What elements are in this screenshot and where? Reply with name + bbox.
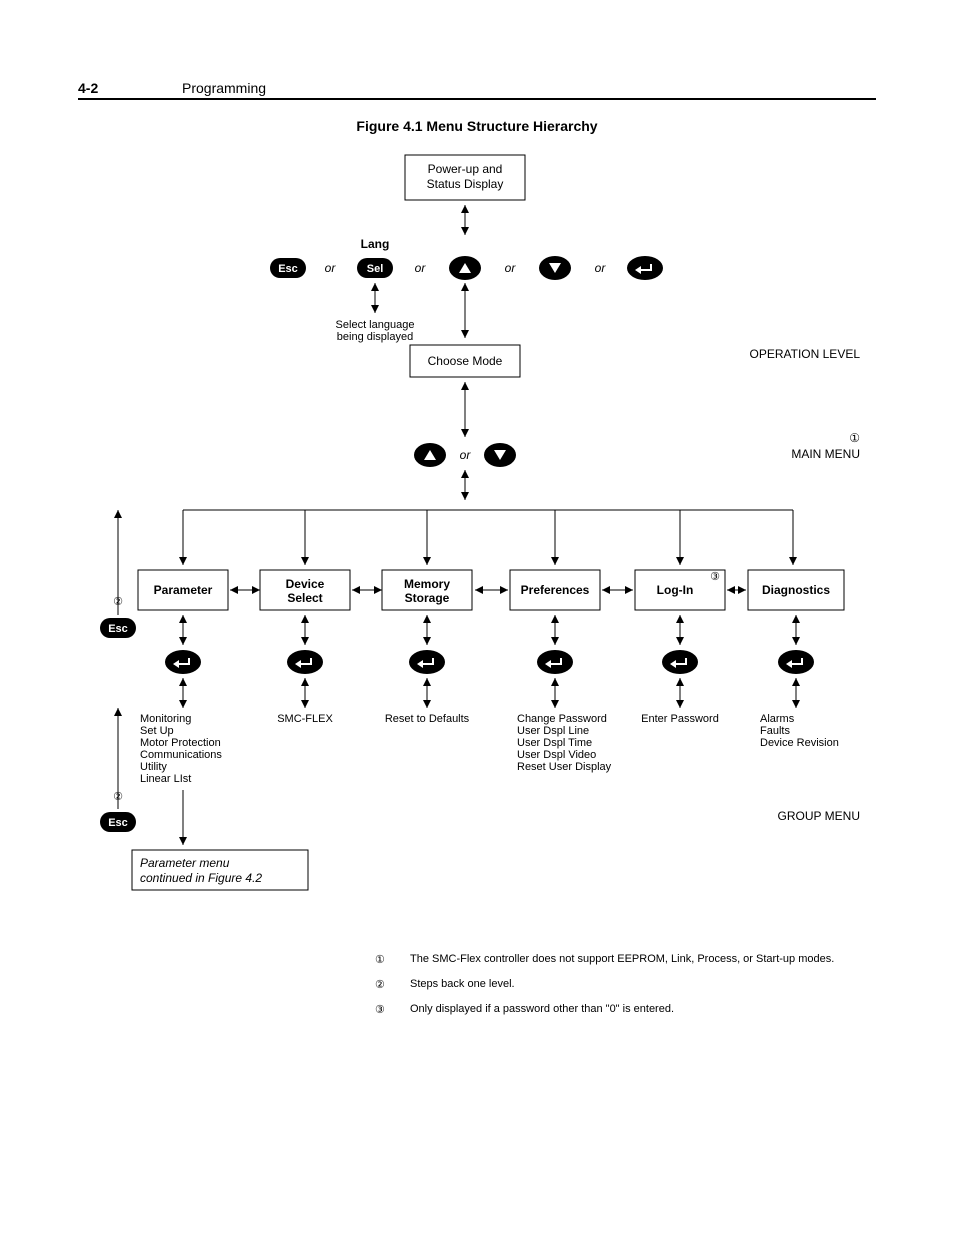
sub-login: Enter Password [641,713,719,725]
or-5: or [460,448,472,462]
up-key-1 [449,256,481,280]
sub-diag-3: Device Revision [760,737,839,749]
sub-diag-2: Faults [760,725,790,737]
sub-prefs-3: User Dspl Time [517,737,592,749]
sub-param-6: Linear LIst [140,773,191,785]
enter-key-device [287,650,323,674]
esc-key-2: Esc [100,618,136,638]
ref-1: ① [849,431,860,445]
sub-prefs-5: Reset User Display [517,761,612,773]
foot-sym-2: ② [375,978,385,991]
paramcont-l2: continued in Figure 4.2 [140,871,262,885]
svg-text:Esc: Esc [108,623,128,635]
main-menu-label: MAIN MENU [791,447,860,461]
box-memory-l2: Storage [405,591,450,605]
down-key-1 [539,256,571,280]
group-menu-label: GROUP MENU [778,809,860,823]
lang-label: Lang [361,237,390,251]
foot-text-2: Steps back one level. [410,978,880,990]
svg-text:Esc: Esc [108,817,128,829]
box-memory-l1: Memory [404,577,450,591]
box-device-l2: Select [287,591,322,605]
esc-key-3: Esc [100,812,136,832]
sub-prefs-2: User Dspl Line [517,725,589,737]
enter-key-top [627,256,663,280]
or-4: or [595,261,607,275]
box-parameter: Parameter [154,583,213,597]
sub-param-1: Monitoring [140,713,191,725]
foot-sym-1: ① [375,953,385,966]
enter-key-param [165,650,201,674]
up-key-2 [414,443,446,467]
enter-key-login [662,650,698,674]
box-prefs: Preferences [521,583,590,597]
selectlang-l2: being displayed [337,331,413,343]
operation-level-label: OPERATION LEVEL [750,347,861,361]
page: 4-2 Programming Figure 4.1 Menu Structur… [0,0,954,1235]
box-choose: Choose Mode [428,354,503,368]
or-3: or [505,261,517,275]
sel-key: Sel [357,258,393,278]
sub-param-5: Utility [140,761,167,773]
box-powerup-l1: Power-up and [428,162,503,176]
enter-key-diag [778,650,814,674]
ref-3: ③ [710,571,720,583]
sub-param-3: Motor Protection [140,737,221,749]
or-1: or [325,261,337,275]
sub-device: SMC-FLEX [277,713,333,725]
foot-text-1: The SMC-Flex controller does not support… [410,953,880,965]
sub-memory: Reset to Defaults [385,713,470,725]
esc-key: Esc [270,258,306,278]
sub-diag-1: Alarms [760,713,795,725]
down-key-2 [484,443,516,467]
sub-param-4: Communications [140,749,222,761]
foot-text-3: Only displayed if a password other than … [410,1003,880,1015]
enter-key-memory [409,650,445,674]
box-login: Log-In [657,583,694,597]
svg-text:Sel: Sel [367,263,384,275]
enter-key-prefs [537,650,573,674]
or-2: or [415,261,427,275]
sub-param-2: Set Up [140,725,174,737]
sub-prefs-4: User Dspl Video [517,749,596,761]
box-device-l1: Device [286,577,325,591]
diagram-svg: Power-up and Status Display Lang Esc or … [0,0,954,1235]
paramcont-l1: Parameter menu [140,856,230,870]
box-powerup-l2: Status Display [427,177,504,191]
svg-text:Esc: Esc [278,263,298,275]
foot-sym-3: ③ [375,1003,385,1016]
box-diag: Diagnostics [762,583,830,597]
selectlang-l1: Select language [336,319,415,331]
sub-prefs-1: Change Password [517,713,607,725]
